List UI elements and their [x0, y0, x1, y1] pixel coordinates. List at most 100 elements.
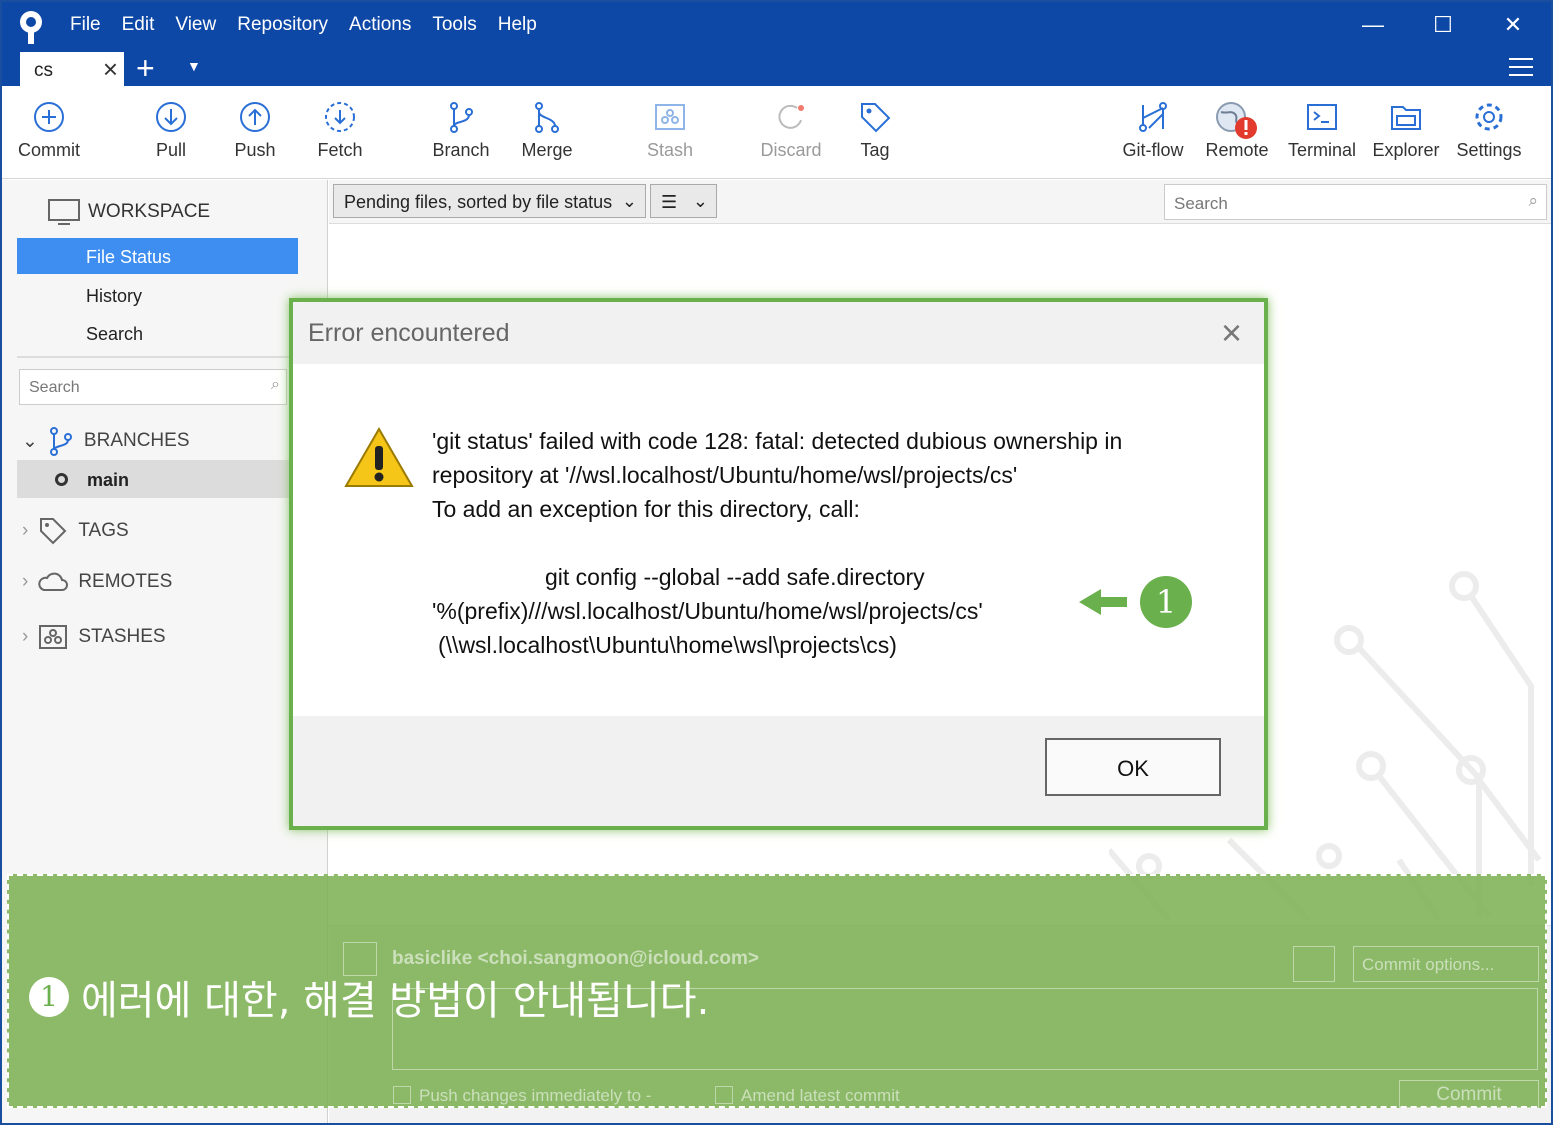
tags-section[interactable]: › TAGS	[22, 516, 129, 546]
message-line-1: 'git status' failed with code 128: fatal…	[432, 428, 1123, 454]
sourcetree-window: File Edit View Repository Actions Tools …	[0, 0, 1553, 1125]
pull-icon	[156, 102, 186, 132]
tag-label: Tag	[860, 140, 890, 160]
file-search-input[interactable]: Search ⌕	[1164, 184, 1547, 220]
merge-button[interactable]: Merge	[516, 100, 578, 161]
history-clock-icon[interactable]	[1293, 946, 1335, 982]
message-line-5: '%(prefix)///wsl.localhost/Ubuntu/home/w…	[432, 598, 983, 624]
tab-bar: cs × + ▼	[2, 50, 1551, 86]
commit-submit-button[interactable]: Commit	[1399, 1080, 1539, 1108]
settings-button[interactable]: Settings	[1454, 100, 1524, 161]
tab-cs[interactable]: cs ×	[20, 52, 124, 86]
view-mode-dropdown[interactable]: ☰ ⌄	[650, 184, 717, 218]
commit-button[interactable]: Commit	[14, 100, 84, 161]
menu-view[interactable]: View	[175, 14, 216, 36]
sidebar-item-history[interactable]: History	[86, 286, 142, 307]
pull-button[interactable]: Pull	[146, 100, 196, 161]
stashes-section[interactable]: › STASHES	[22, 624, 166, 650]
menu-help[interactable]: Help	[498, 14, 537, 36]
remote-globe-icon	[1216, 102, 1257, 139]
sidebar-search-placeholder: Search	[29, 379, 80, 396]
push-icon	[240, 102, 270, 132]
sidebar-item-search[interactable]: Search	[86, 324, 143, 345]
menu-actions[interactable]: Actions	[349, 14, 411, 36]
content-toolbar: Pending files, sorted by file status ⌄ ☰ ⌄…	[329, 180, 1551, 224]
discard-icon	[778, 104, 804, 129]
tags-label: TAGS	[78, 520, 129, 541]
push-changes-checkbox[interactable]	[393, 1086, 411, 1104]
chevron-right-icon: ›	[22, 626, 29, 647]
stashes-label: STASHES	[78, 626, 166, 647]
fetch-button[interactable]: Fetch	[312, 100, 368, 161]
chevron-down-icon: ⌄	[692, 191, 708, 211]
tab-dropdown-icon[interactable]: ▼	[187, 58, 201, 74]
stash-label: Stash	[646, 140, 694, 160]
branch-button[interactable]: Branch	[430, 100, 492, 161]
annotation-caption: 1 에러에 대한, 해결 방법이 안내됩니다.	[29, 968, 709, 1026]
gitflow-button[interactable]: Git-flow	[1118, 100, 1188, 161]
fetch-icon	[325, 102, 355, 132]
chevron-right-icon: ›	[22, 571, 29, 592]
message-line-4: git config --global --add safe.directory	[545, 564, 925, 590]
push-button[interactable]: Push	[230, 100, 280, 161]
dialog-close-icon[interactable]: ×	[1221, 312, 1242, 354]
explorer-button[interactable]: Explorer	[1372, 100, 1440, 161]
terminal-icon	[1307, 104, 1337, 130]
push-changes-label: Push changes immediately to -	[419, 1086, 652, 1105]
tag-button[interactable]: Tag	[852, 100, 898, 161]
callout-number-badge: 1	[1140, 576, 1192, 628]
commit-submit-label: Commit	[1436, 1084, 1502, 1105]
branches-section[interactable]: ⌄ BRANCHES	[22, 426, 190, 456]
title-bar: File Edit View Repository Actions Tools …	[2, 2, 1551, 86]
amend-checkbox[interactable]	[715, 1086, 733, 1104]
push-label: Push	[234, 140, 276, 160]
remote-button[interactable]: Remote	[1204, 100, 1270, 161]
discard-button[interactable]: Discard	[758, 100, 824, 161]
search-icon: ⌕	[271, 376, 280, 393]
sidebar-item-file-status[interactable]: File Status	[17, 238, 298, 274]
workspace-header: WORKSPACE	[48, 198, 210, 226]
sidebar-search-input[interactable]: Search ⌕	[19, 369, 287, 405]
close-window-icon[interactable]: ✕	[1493, 12, 1533, 38]
merge-icon	[535, 102, 559, 133]
sort-dropdown[interactable]: Pending files, sorted by file status ⌄	[333, 184, 646, 218]
list-view-icon: ☰	[661, 192, 678, 212]
tag-icon	[40, 518, 67, 545]
remotes-section[interactable]: › REMOTES	[22, 570, 172, 594]
hamburger-menu-icon[interactable]	[1509, 58, 1533, 76]
commit-label: Commit	[18, 140, 80, 160]
amend-label: Amend latest commit	[741, 1086, 900, 1105]
remotes-label: REMOTES	[78, 571, 173, 592]
commit-options-label: Commit options...	[1362, 955, 1495, 974]
maximize-icon[interactable]: ☐	[1423, 12, 1463, 38]
minimize-icon[interactable]: —	[1353, 12, 1393, 38]
commit-icon	[34, 102, 64, 132]
annotation-text: 에러에 대한, 해결 방법이 안내됩니다.	[81, 978, 710, 1024]
message-line-3: To add an exception for this directory, …	[432, 496, 860, 522]
terminal-button[interactable]: Terminal	[1286, 100, 1358, 161]
message-line-2: repository at '//wsl.localhost/Ubuntu/ho…	[432, 462, 1018, 488]
commit-options-dropdown[interactable]: Commit options...	[1353, 946, 1539, 982]
ok-button[interactable]: OK	[1045, 738, 1221, 796]
stash-icon	[39, 625, 68, 649]
close-tab-icon[interactable]: ×	[103, 54, 118, 85]
monitor-icon	[48, 199, 80, 225]
pull-label: Pull	[155, 140, 186, 160]
stash-button[interactable]: Stash	[642, 100, 698, 161]
message-line-6: (\\wsl.localhost\Ubuntu\home\wsl\project…	[438, 632, 897, 658]
branch-icon	[49, 427, 72, 456]
branch-main[interactable]: main	[17, 460, 317, 498]
stash-icon	[655, 104, 685, 130]
menu-file[interactable]: File	[70, 14, 101, 36]
new-tab-icon[interactable]: +	[136, 50, 155, 87]
sort-dropdown-value: Pending files, sorted by file status	[344, 192, 613, 212]
menu-tools[interactable]: Tools	[432, 14, 476, 36]
dialog-message: 'git status' failed with code 128: fatal…	[432, 424, 1122, 662]
explorer-folder-icon	[1391, 106, 1421, 130]
dialog-title: Error encountered	[308, 319, 510, 347]
discard-label: Discard	[760, 140, 822, 160]
callout-arrow-icon	[1079, 589, 1127, 615]
menu-repository[interactable]: Repository	[237, 14, 328, 36]
menu-edit[interactable]: Edit	[122, 14, 155, 36]
merge-label: Merge	[521, 140, 573, 160]
